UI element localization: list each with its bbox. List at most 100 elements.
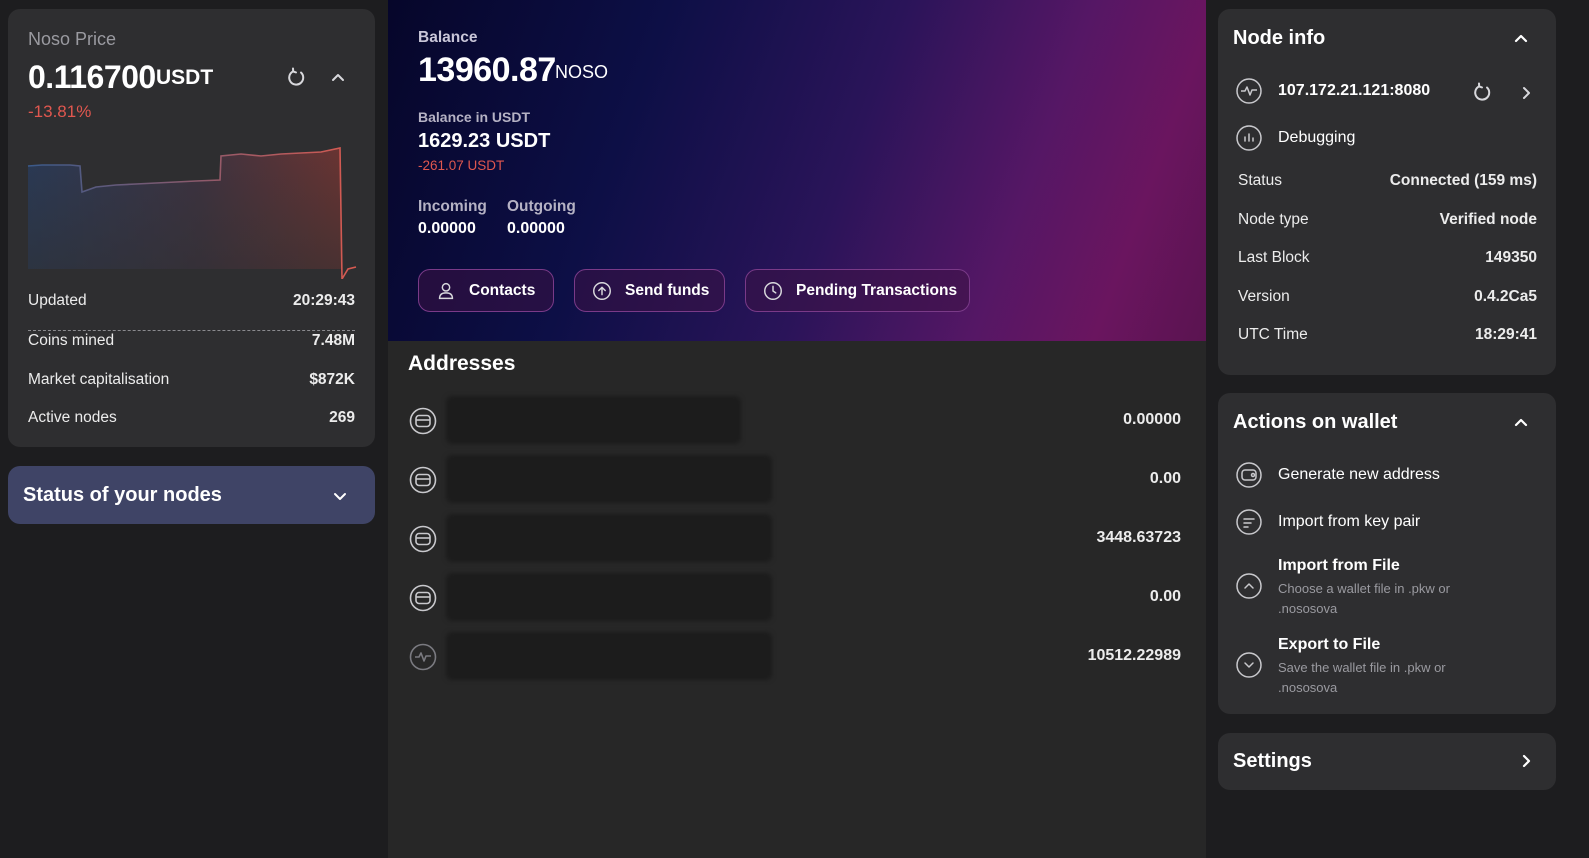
address-redacted <box>446 455 772 503</box>
address-redacted <box>446 573 772 621</box>
outgoing-value: 0.00000 <box>507 220 565 237</box>
address-balance: 0.00000 <box>1123 411 1181 428</box>
chevron-up-circle-icon <box>1236 573 1262 599</box>
node-status-row: Status Connected (159 ms) <box>1238 172 1537 190</box>
address-row[interactable]: 10512.22989 <box>408 632 1181 682</box>
chevron-up-icon[interactable] <box>1509 411 1533 435</box>
address-balance: 0.00 <box>1149 588 1181 605</box>
outgoing-label: Outgoing <box>507 198 576 215</box>
kv-label: Node type <box>1238 211 1309 228</box>
wallet-actions-panel: Actions on wallet Generate new address I… <box>1218 393 1556 714</box>
import-file-button[interactable]: Import from File Choose a wallet file in… <box>1235 556 1535 616</box>
stat-value: 20:29:43 <box>292 292 355 309</box>
address-balance: 10512.22989 <box>1087 647 1181 664</box>
kv-value: 0.4.2Ca5 <box>1474 288 1537 305</box>
left-column: Noso Price 0.116700 USDT -13.81% Updated… <box>0 0 388 858</box>
stat-value: $872K <box>309 371 355 388</box>
send-funds-button[interactable]: Send funds <box>574 269 725 312</box>
pending-transactions-label: Pending Transactions <box>796 281 958 299</box>
node-address: 107.172.21.121:8080 <box>1278 82 1431 99</box>
address-row[interactable]: 3448.63723 <box>408 514 1181 564</box>
kv-value: 18:29:41 <box>1474 326 1537 343</box>
settings-button[interactable]: Settings <box>1218 733 1556 790</box>
debugging-label: Debugging <box>1278 129 1356 146</box>
utc-time-row: UTC Time 18:29:41 <box>1238 326 1537 344</box>
stat-label: Updated <box>28 292 87 309</box>
address-redacted <box>446 514 772 562</box>
pending-transactions-button[interactable]: Pending Transactions <box>745 269 970 312</box>
price-value: 0.116700 <box>28 59 156 95</box>
export-file-label: Export to File <box>1278 636 1381 653</box>
balance-usdt-value: 1629.23 USDT <box>418 130 551 152</box>
kv-value: Connected (159 ms) <box>1389 172 1537 189</box>
chevron-up-icon[interactable] <box>326 66 350 90</box>
key-icon <box>1236 509 1262 535</box>
contacts-button[interactable]: Contacts <box>418 269 554 312</box>
node-type-row: Node type Verified node <box>1238 211 1537 229</box>
clock-icon <box>764 281 782 300</box>
price-change: -13.81% <box>28 102 92 121</box>
import-keypair-label: Import from key pair <box>1278 513 1421 530</box>
node-info-title: Node info <box>1233 27 1326 49</box>
bar-chart-icon <box>1236 125 1262 151</box>
user-icon <box>438 282 454 299</box>
right-column: Node info 107.172.21.121:8080 Debugging … <box>1206 0 1589 858</box>
node-activity-icon <box>409 643 437 671</box>
wallet-icon <box>409 525 437 553</box>
import-file-description: Choose a wallet file in .pkw or .nososov… <box>1278 581 1450 616</box>
divider <box>28 330 355 331</box>
import-keypair-button[interactable]: Import from key pair <box>1235 507 1535 537</box>
wallet-actions-title: Actions on wallet <box>1233 411 1398 433</box>
arrow-up-circle-icon <box>593 281 611 300</box>
chevron-down-icon <box>334 493 346 500</box>
address-redacted <box>446 396 741 444</box>
refresh-icon[interactable] <box>1470 81 1494 105</box>
settings-title: Settings <box>1233 750 1312 772</box>
generate-address-label: Generate new address <box>1278 466 1440 483</box>
stat-value: 269 <box>329 409 355 426</box>
nodes-status-toggle[interactable]: Status of your nodes <box>8 466 375 524</box>
nodes-status-title: Status of your nodes <box>23 484 222 506</box>
last-block-row: Last Block 149350 <box>1238 249 1537 267</box>
import-file-label: Import from File <box>1278 557 1400 574</box>
refresh-icon[interactable] <box>284 66 308 90</box>
address-row[interactable]: 0.00 <box>408 573 1181 623</box>
export-file-button[interactable]: Export to File Save the wallet file in .… <box>1235 635 1535 695</box>
chevron-right-icon[interactable] <box>1514 81 1538 105</box>
address-balance: 0.00 <box>1149 470 1181 487</box>
price-chart <box>27 147 357 279</box>
balance-usdt-label: Balance in USDT <box>418 109 531 125</box>
chevron-down-circle-icon <box>1236 652 1262 678</box>
address-row[interactable]: 0.00000 <box>408 396 1181 446</box>
chevron-up-icon[interactable] <box>1509 27 1533 51</box>
chevron-right-icon <box>1522 754 1531 768</box>
wallet-icon <box>409 407 437 435</box>
kv-value: 149350 <box>1485 249 1537 266</box>
stat-market-cap: Market capitalisation $872K <box>28 371 355 389</box>
price-card: Noso Price 0.116700 USDT -13.81% Updated… <box>8 9 375 447</box>
version-row: Version 0.4.2Ca5 <box>1238 288 1537 306</box>
balance-hero: Balance 13960.87 NOSO Balance in USDT 16… <box>388 0 1206 341</box>
main-panel: Balance 13960.87 NOSO Balance in USDT 16… <box>388 0 1206 858</box>
kv-value: Verified node <box>1439 211 1537 228</box>
wallet-icon <box>409 584 437 612</box>
wallet-add-icon <box>1236 462 1262 488</box>
stat-active-nodes: Active nodes 269 <box>28 409 355 427</box>
price-unit: USDT <box>156 66 214 89</box>
balance-unit: NOSO <box>555 62 609 82</box>
balance-label: Balance <box>418 29 478 46</box>
node-address-row[interactable]: 107.172.21.121:8080 <box>1235 77 1430 105</box>
stat-label: Active nodes <box>28 409 117 426</box>
stat-label: Market capitalisation <box>28 371 170 388</box>
generate-address-button[interactable]: Generate new address <box>1235 460 1535 490</box>
node-activity-icon <box>1236 78 1262 104</box>
stat-label: Coins mined <box>28 332 115 349</box>
address-row[interactable]: 0.00 <box>408 455 1181 505</box>
contacts-label: Contacts <box>469 281 536 299</box>
incoming-label: Incoming <box>418 198 487 215</box>
balance-usdt-change: -261.07 USDT <box>418 158 505 173</box>
debugging-row[interactable]: Debugging <box>1235 124 1355 152</box>
balance-value: 13960.87 <box>418 51 556 89</box>
incoming-value: 0.00000 <box>418 220 476 237</box>
export-file-description: Save the wallet file in .pkw or .nososov… <box>1278 660 1446 695</box>
